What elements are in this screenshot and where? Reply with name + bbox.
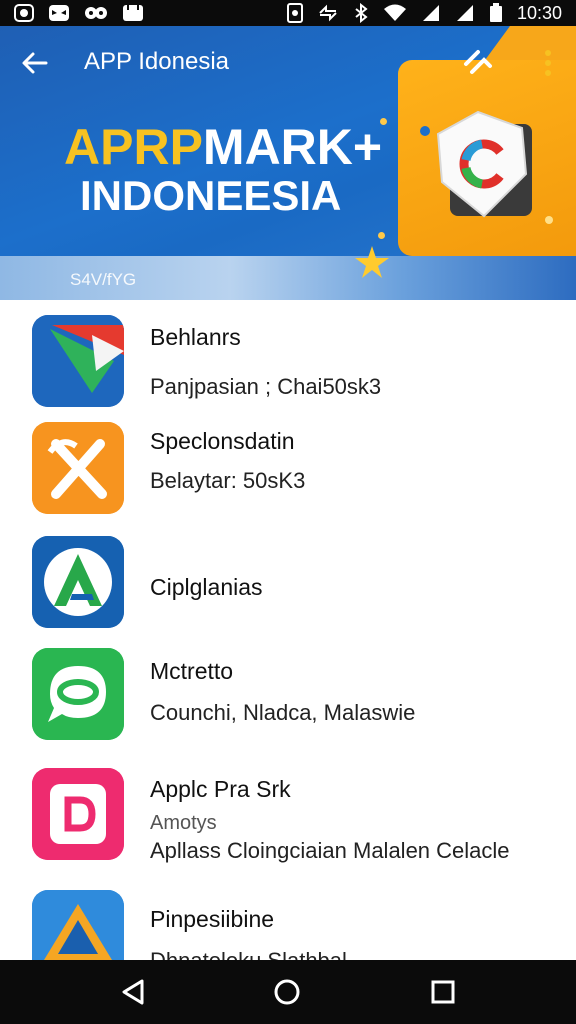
- banner-title-yellow: APRP: [64, 119, 203, 175]
- banner-title-white: MARK+: [202, 119, 383, 175]
- orange-x-tool-icon: [32, 422, 124, 514]
- back-arrow-icon[interactable]: [20, 48, 50, 78]
- app-title: Mctretto: [150, 658, 234, 684]
- message-icon: [122, 4, 144, 22]
- game-icon: [84, 4, 108, 22]
- signal-2-icon: [455, 4, 475, 22]
- notification-icons: [14, 4, 144, 22]
- more-options-icon[interactable]: [542, 48, 554, 78]
- share-icon[interactable]: [460, 46, 494, 80]
- app-subtitle: Belaytar: 50sK3: [150, 468, 306, 493]
- list-item[interactable]: Applc Pra Srk Amotys Apllass Cloingciaia…: [0, 762, 576, 882]
- bluetooth-icon: [353, 3, 369, 23]
- signal-icon: [421, 4, 441, 22]
- brand-c-logo-icon: [428, 104, 536, 224]
- blue-orange-triangle-icon: [32, 890, 124, 960]
- app-title: Pinpesiibine: [150, 906, 275, 932]
- nfc-icon: [286, 3, 303, 23]
- recents-square-icon[interactable]: [428, 977, 458, 1007]
- list-item[interactable]: Pinpesiibine Dhnatoloku Slathbal: [0, 882, 576, 960]
- app-subtitle: Dhnatoloku Slathbal: [150, 948, 347, 960]
- app-subtitle: Counchi, Nladca, Malaswie: [150, 700, 416, 725]
- list-item[interactable]: Ciplglanias: [0, 528, 576, 642]
- back-triangle-icon[interactable]: [118, 977, 148, 1007]
- mask-icon: [48, 4, 70, 22]
- list-item[interactable]: Mctretto Counchi, Nladca, Malaswie: [0, 642, 576, 762]
- app-subtitle: Panjpasian ; Chai50sk3: [150, 374, 382, 399]
- banner-subtitle: S4V/fYG: [70, 270, 137, 289]
- system-icons: 10:30: [286, 2, 562, 24]
- notification-app-icon: [14, 4, 34, 22]
- green-chat-bubble-icon: [32, 648, 124, 740]
- decor-dot: [378, 232, 385, 239]
- decor-dot: [545, 216, 553, 224]
- app-title: Applc Pra Srk: [150, 776, 291, 802]
- battery-icon: [489, 3, 503, 23]
- sync-icon: [317, 3, 339, 23]
- banner-title-line2: INDONEESIA: [80, 172, 342, 219]
- app-list: Behlanrs Panjpasian ; Chai50sk3 Speclons…: [0, 300, 576, 960]
- list-item[interactable]: Speclonsdatin Belaytar: 50sK3: [0, 414, 576, 528]
- status-bar: 10:30: [0, 0, 576, 26]
- app-subtitle: Amotys: [150, 812, 217, 834]
- navigation-bar: [0, 960, 576, 1024]
- wifi-icon: [383, 4, 407, 22]
- app-title: Speclonsdatin: [150, 428, 295, 454]
- list-item[interactable]: Behlanrs Panjpasian ; Chai50sk3: [0, 300, 576, 414]
- home-circle-icon[interactable]: [272, 977, 302, 1007]
- app-subtitle-2: Apllass Cloingciaian Malalen Celacle: [150, 838, 510, 863]
- red-green-blue-arrow-icon: [32, 315, 124, 407]
- pink-d-icon: [32, 768, 124, 860]
- banner-title-line1: APRPMARK+: [64, 118, 382, 176]
- toolbar: APP Idonesia: [0, 26, 576, 98]
- clock: 10:30: [516, 2, 562, 23]
- app-title: Behlanrs: [150, 324, 241, 350]
- app-header-banner: APP Idonesia APRPMARK+ INDONEESIA S4V/fY…: [0, 26, 576, 300]
- star-icon: [352, 242, 392, 282]
- page-title: APP Idonesia: [84, 48, 229, 75]
- blue-green-a-icon: [32, 536, 124, 628]
- app-title: Ciplglanias: [150, 574, 263, 600]
